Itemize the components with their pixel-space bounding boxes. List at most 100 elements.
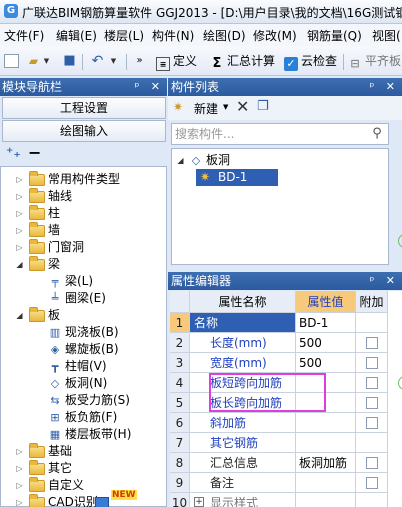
component-list-header: 构件列表 ᵖ ✕ [168, 78, 402, 96]
attr-value-input[interactable] [296, 493, 356, 507]
collapse-arrow-icon[interactable]: ◢ [15, 307, 24, 324]
tree-item-beam-l[interactable]: ╤ 梁(L) [1, 273, 166, 290]
summary-calc-button[interactable]: Σ 汇总计算 [210, 52, 275, 71]
menu-component[interactable]: 构件(N) [152, 27, 194, 44]
attr-name[interactable]: 宽度(mm) [190, 353, 296, 373]
tree-label: 门窗洞 [48, 240, 85, 254]
folder-icon [29, 171, 45, 186]
extra-checkbox[interactable] [366, 377, 378, 389]
tree-item-spiral-slab[interactable]: ◈ 螺旋板(B) [1, 341, 166, 358]
search-icon[interactable]: ⚲ [368, 125, 386, 143]
collapse-arrow-icon[interactable]: ◢ [15, 256, 24, 273]
component-list-toolbar: ✷ 新建 ▼ ✕ ❐ [168, 96, 402, 120]
copy-icon[interactable]: ❐ [257, 99, 269, 114]
tree-item-cad[interactable]: ▷ CAD识别 NEW [1, 490, 166, 507]
tree-item-other[interactable]: ▷ 其它 [1, 460, 166, 477]
open-dropdown-icon[interactable]: ▼ [39, 54, 54, 68]
search-input[interactable]: 搜索构件... ⚲ [171, 123, 389, 145]
expand-arrow-icon[interactable]: ▷ [15, 171, 24, 188]
tree-item-foundation[interactable]: ▷ 基础 [1, 443, 166, 460]
extra-checkbox[interactable] [366, 417, 378, 429]
tree-item-column[interactable]: ▷ 柱 [1, 205, 166, 222]
new-star-icon: ✷ [173, 100, 184, 114]
menu-modify[interactable]: 修改(M) [253, 27, 297, 44]
attr-name[interactable]: 其它钢筋 [190, 433, 296, 453]
tree-item-common[interactable]: ▷ 常用构件类型 [1, 171, 166, 188]
expand-arrow-icon[interactable]: ▷ [15, 222, 24, 239]
attr-name[interactable]: 备注 [190, 473, 296, 493]
tree-item-floor-strip[interactable]: ▦ 楼层板带(H) [1, 426, 166, 443]
flat-top-button[interactable]: ⊟ 平齐板 [348, 52, 401, 70]
project-settings-button[interactable]: 工程设置 [2, 97, 166, 119]
extra-checkbox[interactable] [366, 457, 378, 469]
undo-icon[interactable]: ↶ [90, 54, 105, 68]
menu-edit[interactable]: 编辑(E) [56, 27, 97, 44]
expand-all-icon[interactable]: ⁺₊ [6, 145, 21, 161]
expand-arrow-icon[interactable]: ▷ [15, 494, 24, 507]
tree-item-slab[interactable]: ◢ 板 [1, 307, 166, 324]
component-group-slab-hole[interactable]: ◢ ◇ 板洞 [176, 152, 376, 169]
new-button[interactable]: 新建 [194, 100, 218, 117]
new-file-icon[interactable] [4, 54, 19, 68]
expand-arrow-icon[interactable]: ▷ [15, 443, 24, 460]
attr-value-input[interactable]: 500 [296, 353, 356, 373]
attr-name[interactable]: 长度(mm) [190, 333, 296, 353]
attr-value-input[interactable] [296, 413, 356, 433]
extra-checkbox[interactable] [366, 357, 378, 369]
tree-item-ring-beam[interactable]: ╧ 圈梁(E) [1, 290, 166, 307]
menu-view[interactable]: 视图( [372, 27, 401, 44]
cloud-check-button[interactable]: ✓ 云检查 [284, 52, 337, 71]
attr-value-input[interactable]: BD-1 [296, 313, 356, 333]
folder-icon [29, 307, 45, 322]
attr-name[interactable]: 汇总信息 [190, 453, 296, 473]
attr-value-input[interactable] [296, 473, 356, 493]
tree-item-column-cap[interactable]: ┳ 柱帽(V) [1, 358, 166, 375]
new-dropdown-icon[interactable]: ▼ [223, 103, 228, 111]
collapse-arrow-icon[interactable]: ◢ [176, 152, 185, 169]
search-placeholder: 搜索构件... [175, 127, 235, 141]
expand-plus-icon[interactable]: + [194, 497, 204, 507]
tree-item-beam[interactable]: ◢ 梁 [1, 256, 166, 273]
define-button[interactable]: ≡ 定义 [156, 52, 197, 71]
menu-floor[interactable]: 楼层(L) [104, 27, 144, 44]
attr-value-input[interactable]: 板洞加筋 [296, 453, 356, 473]
nav-panel-pin-close-icon[interactable]: ᵖ ✕ [135, 78, 164, 96]
tree-item-slab-hole[interactable]: ◇ 板洞(N) [1, 375, 166, 392]
expand-arrow-icon[interactable]: ▷ [15, 205, 24, 222]
undo-dropdown-icon[interactable]: ▼ [106, 54, 121, 68]
collapse-all-icon[interactable]: − [28, 143, 41, 162]
component-item-bd1[interactable]: ✷ BD-1 [196, 169, 278, 186]
save-icon[interactable]: ■ [62, 54, 77, 68]
attr-editor-pin-close-icon[interactable]: ᵖ ✕ [370, 272, 399, 290]
tree-item-slab-neg-rebar[interactable]: ⊞ 板负筋(F) [1, 409, 166, 426]
attr-name[interactable]: 显示样式 [190, 493, 296, 507]
drawing-input-button[interactable]: 绘图输入 [2, 120, 166, 142]
tree-item-custom[interactable]: ▷ 自定义 [1, 477, 166, 494]
tree-item-wall[interactable]: ▷ 墙 [1, 222, 166, 239]
row-number: 1 [170, 313, 190, 333]
expand-arrow-icon[interactable]: ▷ [15, 188, 24, 205]
attr-name[interactable]: 斜加筋 [190, 413, 296, 433]
extra-checkbox[interactable] [366, 477, 378, 489]
tree-item-door[interactable]: ▷ 门窗洞 [1, 239, 166, 256]
row-number: 4 [170, 373, 190, 393]
menu-file[interactable]: 文件(F) [4, 27, 44, 44]
component-list-pin-close-icon[interactable]: ᵖ ✕ [370, 78, 399, 96]
attr-value-input[interactable] [296, 433, 356, 453]
extra-checkbox[interactable] [366, 397, 378, 409]
extra-checkbox[interactable] [366, 337, 378, 349]
toolbar-overflow-icon[interactable]: » [132, 54, 147, 68]
tree-label: 现浇板(B) [65, 325, 119, 339]
attr-value-input[interactable]: 500 [296, 333, 356, 353]
delete-icon[interactable]: ✕ [236, 97, 249, 116]
tree-item-cast-slab[interactable]: ▥ 现浇板(B) [1, 324, 166, 341]
tree-item-axis[interactable]: ▷ 轴线 [1, 188, 166, 205]
attr-name[interactable]: 名称 [190, 313, 296, 333]
menu-rebar-qty[interactable]: 钢筋量(Q) [307, 27, 362, 44]
menu-draw[interactable]: 绘图(D) [203, 27, 246, 44]
expand-arrow-icon[interactable]: ▷ [15, 477, 24, 494]
tree-item-slab-main-rebar[interactable]: ⇆ 板受力筋(S) [1, 392, 166, 409]
expand-arrow-icon[interactable]: ▷ [15, 460, 24, 477]
tree-label: CAD识别 [48, 495, 98, 507]
expand-arrow-icon[interactable]: ▷ [15, 239, 24, 256]
